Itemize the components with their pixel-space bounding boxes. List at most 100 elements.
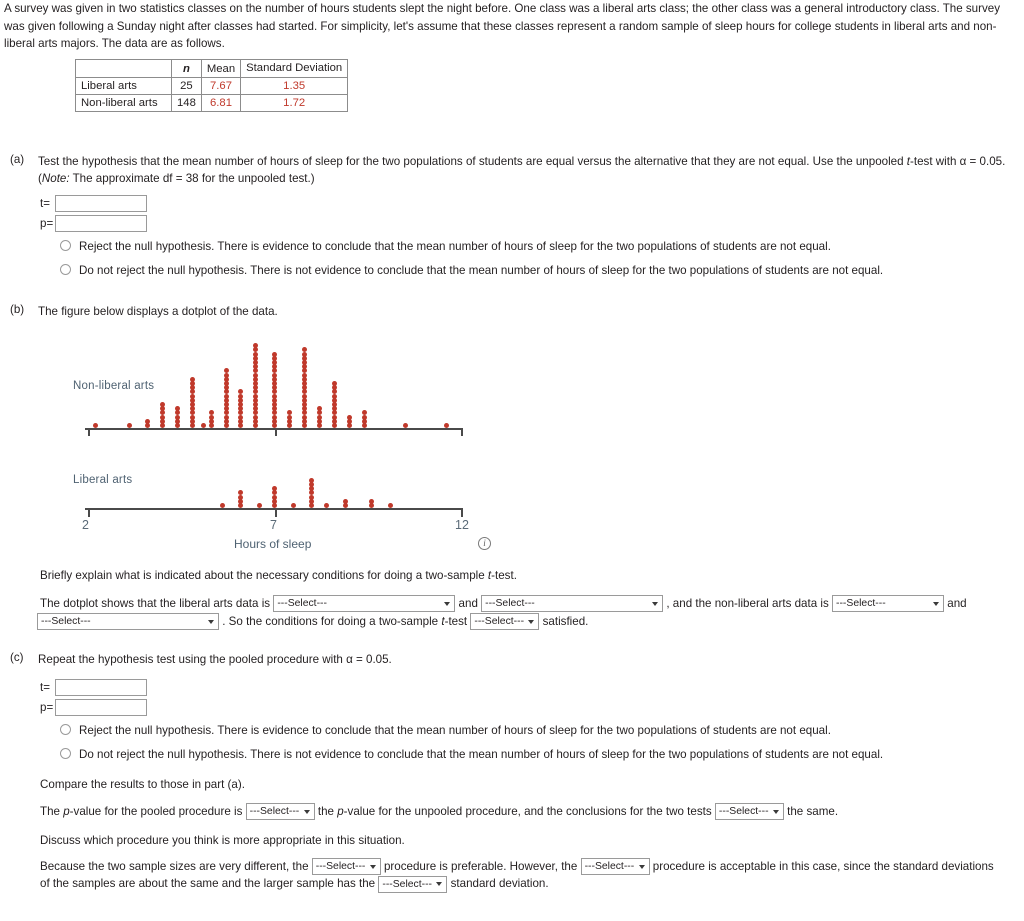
part-c-option-reject-label: Reject the null hypothesis. There is evi… bbox=[79, 724, 831, 737]
chevron-down-icon bbox=[638, 864, 645, 869]
select-larger-sample-sd[interactable]: ---Select--- bbox=[378, 875, 448, 893]
select-preferable-procedure[interactable]: ---Select--- bbox=[311, 858, 381, 876]
non-liberal-arts-axis bbox=[85, 428, 463, 430]
dotplot-dot bbox=[175, 410, 181, 416]
dotplot-dot bbox=[443, 423, 449, 428]
part-c-option-not-reject[interactable]: Do not reject the null hypothesis. There… bbox=[60, 748, 883, 761]
part-b-sentence-s6: satisfied. bbox=[542, 615, 589, 628]
part-a-option-reject-label: Reject the null hypothesis. There is evi… bbox=[79, 240, 831, 253]
select-non-liberal-shape-1[interactable]: ---Select--- bbox=[832, 595, 945, 613]
part-c-option-reject[interactable]: Reject the null hypothesis. There is evi… bbox=[60, 724, 831, 737]
dotplot-dot bbox=[253, 347, 259, 353]
dotplot-figure: Non-liberal arts Liberal arts 2 7 12 Hou… bbox=[0, 318, 520, 558]
part-a-t-input[interactable] bbox=[55, 195, 147, 212]
table-header-blank bbox=[76, 60, 172, 78]
dotplot-dot bbox=[286, 414, 292, 420]
dotplot-dot bbox=[301, 372, 307, 378]
dotplot-dot bbox=[316, 414, 322, 420]
dotplot-dot bbox=[331, 381, 337, 386]
part-b-sentence-s1: The dotplot shows that the liberal arts … bbox=[40, 597, 271, 610]
dotplot-dot bbox=[238, 410, 244, 416]
part-a-p-input[interactable] bbox=[55, 215, 147, 232]
radio-icon[interactable] bbox=[60, 240, 71, 251]
part-b-sentence-s5-text: . So the conditions for doing a two-samp… bbox=[222, 615, 442, 628]
dotplot-dot bbox=[238, 393, 244, 399]
x-axis-title: Hours of sleep bbox=[234, 537, 312, 551]
part-a-text-3: The approximate df = 38 for the unpooled… bbox=[69, 172, 315, 185]
select-non-liberal-shape-2[interactable]: ---Select--- bbox=[37, 613, 219, 631]
part-a-t-row: t= bbox=[40, 195, 147, 212]
radio-icon[interactable] bbox=[60, 748, 71, 759]
info-icon[interactable]: i bbox=[478, 537, 491, 550]
select-liberal-shape-2[interactable]: ---Select--- bbox=[481, 595, 664, 613]
cell-mean-liberal-arts: 7.67 bbox=[201, 78, 242, 95]
chevron-down-icon bbox=[528, 619, 535, 624]
part-a-question-text: Test the hypothesis that the mean number… bbox=[38, 153, 1013, 187]
select-value: ---Select--- bbox=[485, 598, 535, 610]
part-a-option-not-reject[interactable]: Do not reject the null hypothesis. There… bbox=[60, 264, 883, 277]
part-a-option-not-reject-label: Do not reject the null hypothesis. There… bbox=[79, 264, 884, 277]
chevron-down-icon bbox=[303, 809, 310, 814]
non-liberal-arts-tick-2 bbox=[88, 428, 90, 436]
part-c-option-not-reject-label: Do not reject the null hypothesis. There… bbox=[79, 748, 884, 761]
dotplot-dot bbox=[253, 414, 259, 420]
dotplot-dot bbox=[253, 351, 259, 357]
chevron-down-icon bbox=[444, 601, 451, 606]
select-value: ---Select--- bbox=[474, 616, 525, 628]
part-b-sentence-s5: . So the conditions for doing a two-samp… bbox=[222, 615, 467, 628]
part-c-p-input[interactable] bbox=[55, 699, 147, 716]
dotplot-dot bbox=[272, 372, 277, 378]
row-label-liberal-arts: Liberal arts bbox=[76, 78, 172, 95]
part-a-p-row: p= bbox=[40, 215, 147, 232]
part-b-explain-1: Briefly explain what is indicated about … bbox=[40, 569, 488, 582]
dotplot-dot bbox=[92, 423, 98, 428]
table-row: Liberal arts 25 7.67 1.35 bbox=[76, 78, 348, 95]
dotplot-dot bbox=[238, 414, 244, 420]
chevron-down-icon bbox=[933, 601, 940, 606]
radio-icon[interactable] bbox=[60, 724, 71, 735]
dotplot-dot bbox=[189, 376, 195, 382]
dotplot-dot bbox=[145, 418, 151, 424]
dotplot-dot bbox=[301, 351, 307, 357]
select-conclusions-comparison[interactable]: ---Select--- bbox=[714, 803, 784, 821]
select-value: ---Select--- bbox=[836, 598, 886, 610]
part-c-t-input[interactable] bbox=[55, 679, 147, 696]
table-header-row: n Mean Standard Deviation bbox=[76, 60, 348, 78]
dotplot-dot bbox=[346, 414, 352, 420]
dotplot-dot bbox=[272, 410, 277, 416]
radio-icon[interactable] bbox=[60, 264, 71, 275]
select-conditions-satisfied[interactable]: ---Select--- bbox=[470, 613, 540, 631]
part-c-pvalue-s2: the p-value for the unpooled procedure, … bbox=[318, 805, 712, 818]
select-value: ---Select--- bbox=[277, 598, 327, 610]
table-header-sd: Standard Deviation bbox=[241, 60, 348, 78]
chevron-down-icon bbox=[208, 619, 214, 624]
part-c-t-label: t= bbox=[40, 680, 50, 694]
dotplot-dot bbox=[361, 414, 367, 420]
select-pvalue-comparison[interactable]: ---Select--- bbox=[245, 803, 315, 821]
liberal-arts-axis bbox=[85, 508, 463, 510]
liberal-arts-tick-7 bbox=[275, 508, 277, 517]
cell-mean-non-liberal-arts: 6.81 bbox=[202, 95, 242, 111]
part-c-question-text: Repeat the hypothesis test using the poo… bbox=[38, 653, 392, 666]
part-b-sentence-line-2: ---Select--- . So the conditions for doi… bbox=[37, 611, 588, 633]
select-value: ---Select--- bbox=[718, 806, 769, 818]
dotplot-dot bbox=[309, 490, 315, 496]
dotplot-dot bbox=[402, 423, 408, 428]
dotplot-dot bbox=[272, 389, 277, 395]
part-b-sentence-s2: and bbox=[458, 597, 478, 610]
select-acceptable-procedure[interactable]: ---Select--- bbox=[580, 858, 650, 876]
dotplot-dot bbox=[253, 393, 259, 399]
select-value: ---Select--- bbox=[382, 878, 433, 890]
part-a-option-reject[interactable]: Reject the null hypothesis. There is evi… bbox=[60, 240, 831, 253]
part-c-because-line: Because the two sample sizes are very di… bbox=[40, 858, 1005, 893]
dotplot-dot bbox=[272, 490, 277, 496]
part-c-pvalue-s1-end: -value for the pooled procedure is bbox=[69, 805, 243, 818]
dotplot-dot bbox=[331, 393, 337, 399]
part-b-marker: (b) bbox=[10, 303, 25, 316]
dotplot-dot bbox=[189, 389, 195, 395]
select-liberal-shape-1[interactable]: ---Select--- bbox=[273, 595, 456, 613]
part-c-pvalue-s3: the same. bbox=[787, 805, 839, 818]
dotplot-dot bbox=[253, 389, 259, 395]
part-c-pvalue-s2-end: -value for the unpooled procedure, and t… bbox=[343, 805, 712, 818]
dotplot-dot bbox=[208, 414, 214, 420]
